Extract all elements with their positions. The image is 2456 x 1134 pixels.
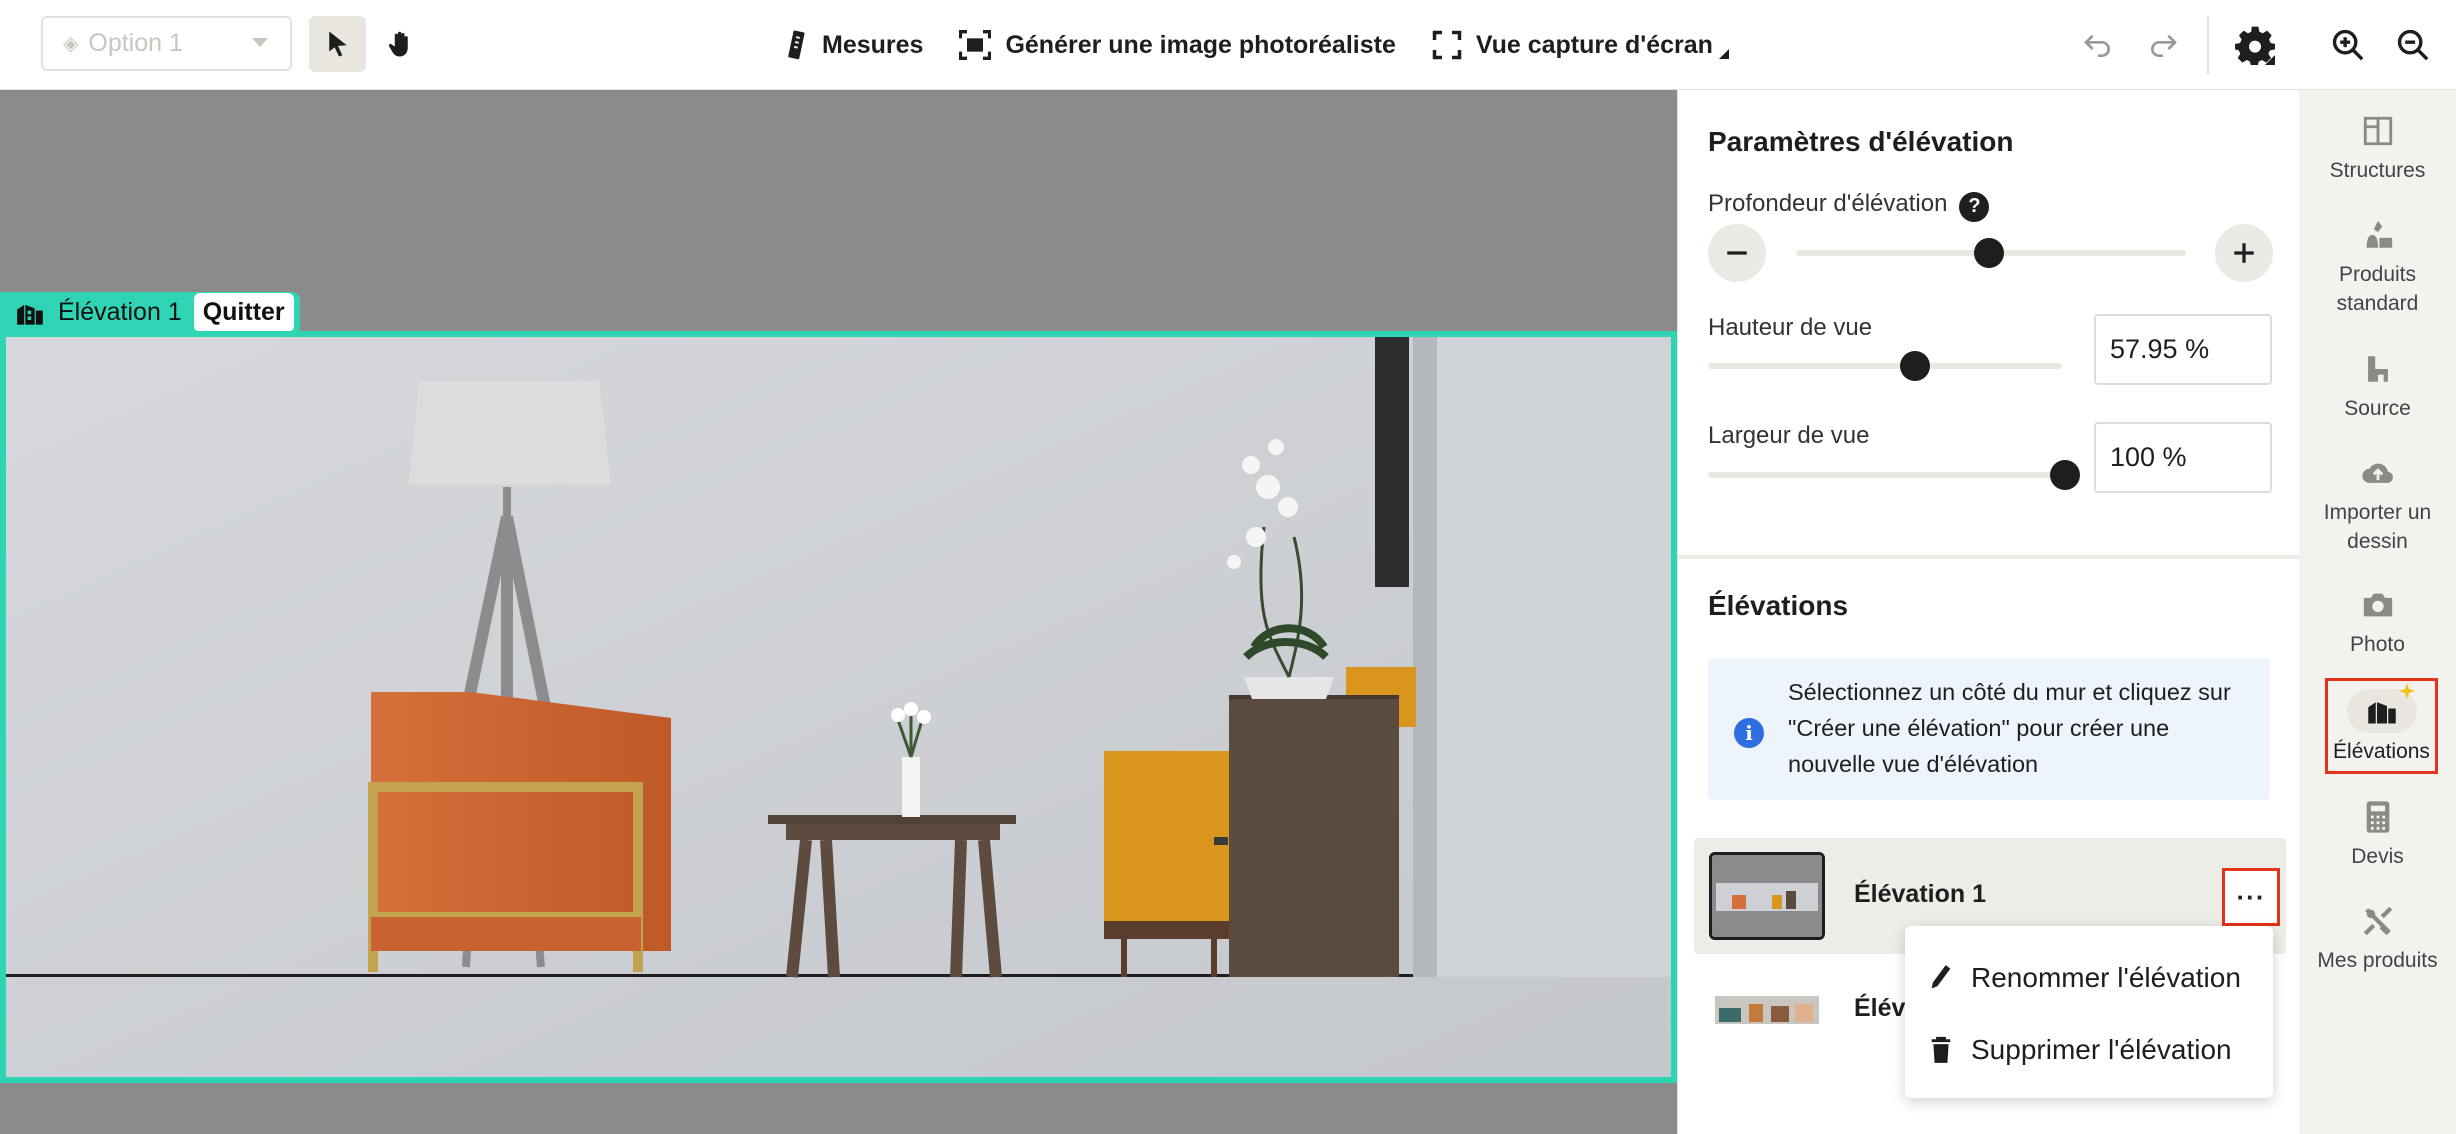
view-height-slider-track[interactable] [1708, 363, 2062, 369]
rename-elevation-label: Renommer l'élévation [1971, 962, 2241, 993]
products-icon [2366, 220, 2392, 248]
depth-row: Profondeur d'élévation? [1708, 190, 1990, 222]
screenshot-view-button[interactable]: Vue capture d'écran [1432, 30, 1743, 60]
rail-item-standard-products[interactable]: Produits standard [2299, 218, 2456, 318]
delete-elevation-item[interactable]: Supprimer l'élévation [1905, 1014, 2273, 1086]
toolbar-divider [2207, 16, 2209, 74]
rail-label: Devis [2351, 845, 2404, 868]
elevations-title: Élévations [1708, 590, 1849, 621]
rail-label: Structures [2329, 159, 2426, 182]
settings-button[interactable] [2232, 22, 2278, 68]
source-icon [2367, 356, 2388, 382]
rail-item-import-drawing[interactable]: Importer un dessin [2299, 456, 2456, 556]
rail-label: Importer un dessin [2323, 501, 2432, 553]
params-title: Paramètres d'élévation [1708, 126, 2014, 157]
rail-label: Photo [2350, 633, 2405, 656]
quit-button[interactable]: Quitter [193, 293, 294, 332]
rail-label: Source [2344, 397, 2411, 420]
sparkle-icon [2398, 683, 2415, 699]
elevation-tag-name: Élévation 1 [58, 298, 182, 326]
armchair [368, 692, 671, 972]
info-icon: i [1734, 718, 1764, 748]
measures-label: Mesures [822, 30, 924, 59]
zoom-out-icon [2397, 29, 2429, 61]
undo-icon [2084, 34, 2110, 57]
zoom-out-button[interactable] [2390, 22, 2436, 68]
view-height-slider-knob[interactable] [1900, 351, 1930, 381]
view-height-label: Hauteur de vue [1708, 314, 1873, 341]
calculator-icon [2366, 801, 2389, 833]
design-canvas[interactable]: Élévation 1 Quitter [0, 90, 1677, 1134]
rail-item-structures[interactable]: Structures [2299, 114, 2456, 185]
measures-button[interactable]: Mesures [786, 30, 923, 60]
option-select[interactable]: ◈ Option 1 [41, 16, 292, 71]
delete-elevation-label: Supprimer l'élévation [1971, 1034, 2232, 1065]
elevation-icon [17, 304, 43, 325]
more-options-button[interactable]: ··· [2222, 868, 2280, 926]
rename-elevation-item[interactable]: Renommer l'élévation [1905, 942, 2273, 1014]
rail-item-my-products[interactable]: Mes produits [2299, 904, 2456, 975]
elevation-thumbnail [1709, 966, 1825, 1054]
select-tool-button[interactable] [309, 16, 366, 72]
view-width-slider-knob[interactable] [2050, 460, 2080, 490]
elevation-context-menu: Renommer l'élévation Supprimer l'élévati… [1905, 926, 2273, 1098]
screenshot-view-label: Vue capture d'écran [1475, 30, 1713, 59]
gear-icon [2235, 26, 2275, 65]
zoom-in-button[interactable] [2325, 22, 2371, 68]
rail-item-elevations[interactable]: Élévations [2325, 678, 2438, 774]
undo-button[interactable] [2075, 22, 2121, 68]
zoom-in-icon [2332, 29, 2364, 61]
depth-decrease-button[interactable] [1708, 224, 1766, 282]
camera-icon [2363, 593, 2392, 617]
help-icon[interactable]: ? [1959, 191, 1990, 222]
elevation-thumbnail [1709, 852, 1825, 940]
cursor-arrow-icon [328, 31, 347, 57]
rail-label: Produits standard [2336, 263, 2419, 315]
cabinet [1214, 695, 1399, 977]
photoreal-icon [959, 30, 992, 60]
elevation-icon [2367, 702, 2396, 724]
redo-button[interactable] [2140, 22, 2186, 68]
screenshot-frame-icon [1432, 30, 1462, 60]
elevation-tag: Élévation 1 Quitter [0, 292, 300, 333]
trash-icon [1931, 1036, 1951, 1063]
minus-icon [1727, 251, 1747, 255]
info-text: Sélectionnez un côté du mur et cliquez s… [1788, 679, 2231, 777]
view-height-input[interactable]: 57.95 % [2094, 314, 2272, 385]
view-width-input[interactable]: 100 % [2094, 422, 2272, 493]
view-width-slider-track[interactable] [1708, 472, 2062, 478]
redo-icon [2151, 34, 2177, 57]
ruler-icon [788, 30, 805, 60]
layers-icon: ◈ [63, 33, 79, 55]
pan-tool-button[interactable] [372, 16, 429, 72]
view-width-label: Largeur de vue [1708, 422, 1870, 449]
rail-item-photo[interactable]: Photo [2299, 588, 2456, 659]
corner-caret-icon [1718, 49, 1729, 59]
photoreal-button[interactable]: Générer une image photoréaliste [959, 30, 1396, 60]
tv-wall [1375, 337, 1409, 587]
rail-label: Élévations [2333, 740, 2430, 763]
depth-slider-knob[interactable] [1974, 238, 2004, 268]
rail-item-source[interactable]: Source [2299, 352, 2456, 423]
option-select-value: Option 1 [88, 29, 183, 57]
depth-increase-button[interactable] [2215, 224, 2273, 282]
elevation-render [0, 331, 1677, 1083]
elevation-item-name: Élévation 1 [1854, 880, 1986, 908]
hand-icon [388, 31, 408, 57]
upload-cloud-icon [2361, 463, 2393, 483]
structures-icon [2363, 116, 2392, 146]
depth-label: Profondeur d'élévation [1708, 190, 1948, 217]
side-rail: Structures Produits standard Source Impo… [2299, 90, 2456, 1134]
elevation-icon-wrap [2346, 683, 2417, 733]
chevron-down-icon [252, 38, 268, 47]
pencil-icon [1931, 965, 1951, 989]
info-box: i Sélectionnez un côté du mur et cliquez… [1708, 658, 2270, 800]
photoreal-label: Générer une image photoréaliste [1005, 30, 1396, 59]
rail-item-quote[interactable]: Devis [2299, 800, 2456, 871]
my-products-icon [2363, 906, 2392, 936]
top-toolbar: ◈ Option 1 Mesures Générer une image pho… [0, 0, 2456, 90]
plus-icon [2234, 243, 2254, 263]
section-divider [1678, 555, 2300, 559]
rail-label: Mes produits [2317, 949, 2438, 972]
